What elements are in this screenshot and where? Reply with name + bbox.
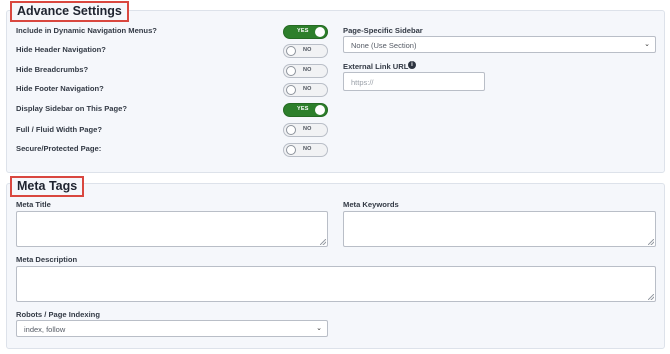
toggle-state-text: NO (303, 47, 312, 53)
select-value: index, follow (24, 325, 66, 334)
toggle-knob (286, 85, 296, 95)
toggle-state-text: NO (303, 146, 312, 152)
label-include-dynamic-nav: Include in Dynamic Navigation Menus? (16, 26, 157, 35)
toggle-knob (286, 46, 296, 56)
meta-description-label: Meta Description (16, 255, 78, 264)
toggle-hide-header-nav[interactable]: NO (283, 44, 328, 58)
input-placeholder: https:// (351, 78, 374, 87)
toggle-full-width-page[interactable]: NO (283, 123, 328, 137)
label-hide-header-nav: Hide Header Navigation? (16, 45, 106, 54)
meta-tags-title: Meta Tags (10, 176, 85, 197)
toggle-state-text: YES (297, 106, 309, 112)
meta-description-textarea[interactable] (16, 266, 656, 302)
label-secure-page: Secure/Protected Page: (16, 144, 102, 153)
label-hide-footer-nav: Hide Footer Navigation? (16, 84, 104, 93)
resize-handle-icon[interactable] (320, 239, 326, 245)
external-link-url-input[interactable]: https:// (343, 72, 485, 91)
resize-handle-icon[interactable] (648, 294, 654, 300)
meta-keywords-textarea[interactable] (343, 211, 656, 247)
toggle-knob (286, 145, 296, 155)
resize-handle-icon[interactable] (648, 239, 654, 245)
label-full-width-page: Full / Fluid Width Page? (16, 125, 102, 134)
toggle-secure-page[interactable]: NO (283, 143, 328, 157)
meta-title-textarea[interactable] (16, 211, 328, 247)
meta-keywords-label: Meta Keywords (343, 200, 399, 209)
toggle-knob (315, 27, 325, 37)
toggle-knob (286, 66, 296, 76)
toggle-state-text: NO (303, 126, 312, 132)
robots-indexing-label: Robots / Page Indexing (16, 310, 100, 319)
external-link-url-label: External Link URL (343, 62, 409, 71)
chevron-down-icon: ⌄ (316, 325, 322, 332)
toggle-state-text: NO (303, 86, 312, 92)
select-value: None (Use Section) (351, 41, 417, 50)
toggle-state-text: NO (303, 67, 312, 73)
page-specific-sidebar-select[interactable]: None (Use Section) ⌄ (343, 36, 656, 53)
advance-settings-title: Advance Settings (10, 1, 129, 22)
label-hide-breadcrumbs: Hide Breadcrumbs? (16, 65, 89, 74)
toggle-display-sidebar[interactable]: YES (283, 103, 328, 117)
label-display-sidebar: Display Sidebar on This Page? (16, 104, 127, 113)
meta-title-label: Meta Title (16, 200, 51, 209)
info-icon[interactable]: i (408, 61, 416, 69)
toggle-include-dynamic-nav[interactable]: YES (283, 25, 328, 39)
toggle-hide-breadcrumbs[interactable]: NO (283, 64, 328, 78)
robots-indexing-select[interactable]: index, follow ⌄ (16, 320, 328, 337)
page-specific-sidebar-label: Page-Specific Sidebar (343, 26, 423, 35)
toggle-state-text: YES (297, 28, 309, 34)
toggle-knob (315, 105, 325, 115)
toggle-hide-footer-nav[interactable]: NO (283, 83, 328, 97)
chevron-down-icon: ⌄ (644, 41, 650, 48)
toggle-knob (286, 125, 296, 135)
